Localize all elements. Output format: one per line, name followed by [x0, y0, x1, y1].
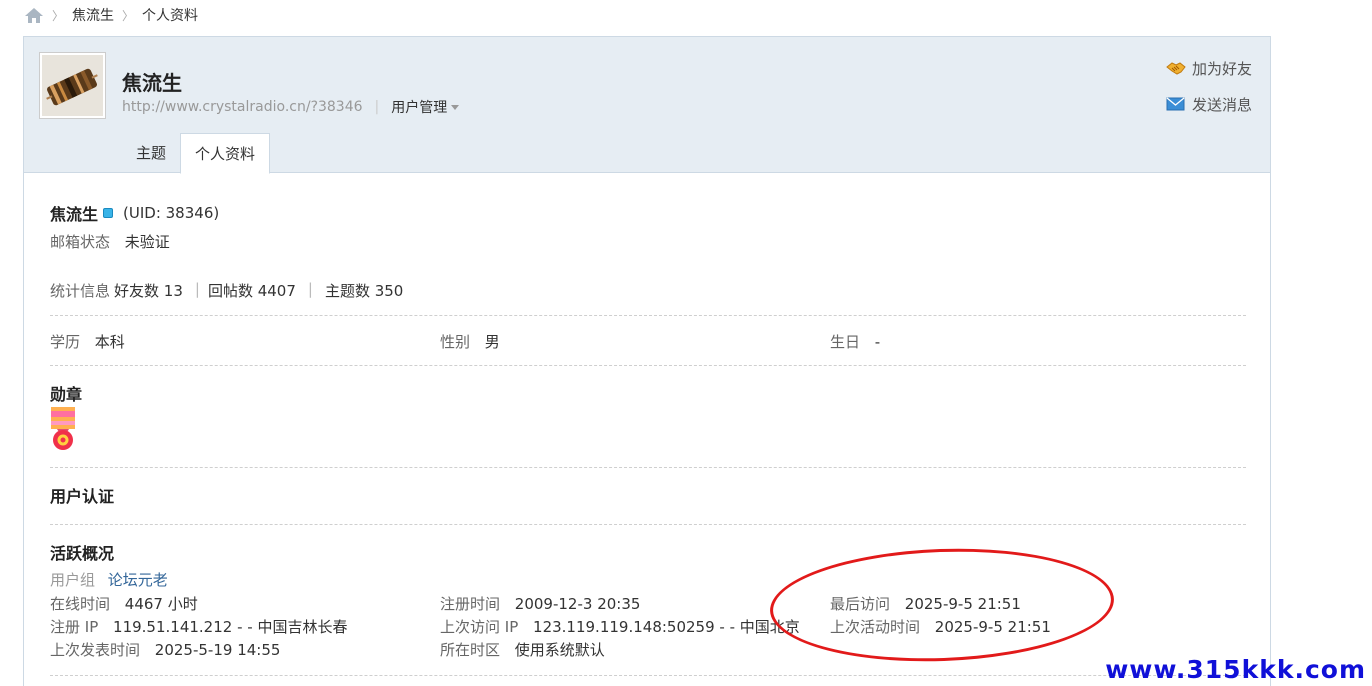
birthday-value: - [874, 333, 881, 351]
education-value: 本科 [94, 333, 125, 351]
reg-ip-label: 注册 IP [50, 618, 99, 636]
divider [50, 315, 1246, 316]
breadcrumb-current: 个人资料 [142, 8, 199, 24]
chevron-down-icon [451, 104, 460, 110]
breadcrumb-separator: 〉 [122, 8, 135, 23]
replies-count-link[interactable]: 回帖数 4407 [208, 280, 296, 301]
gender-value: 男 [484, 333, 500, 351]
usergroup-row: 用户组 论坛元老 [50, 569, 168, 590]
timezone-label: 所在时区 [440, 641, 501, 659]
usergroup-link[interactable]: 论坛元老 [108, 571, 168, 589]
email-status-row: 邮箱状态 未验证 [50, 231, 170, 252]
last-ip-label: 上次访问 IP [440, 618, 519, 636]
profile-actions: 加为好友 发送消息 [1166, 57, 1252, 129]
avatar[interactable] [39, 52, 106, 119]
tab-threads[interactable]: 主题 [122, 133, 180, 173]
education-label: 学历 [50, 333, 81, 351]
timezone-field: 所在时区 使用系统默认 [440, 639, 830, 660]
avatar-image [42, 55, 103, 116]
basic-info-row: 学历 本科 性别 男 生日 - [50, 331, 1220, 352]
reg-time-label: 注册时间 [440, 595, 501, 613]
last-post-field: 上次发表时间 2025-5-19 14:55 [50, 639, 440, 660]
profile-tabs: 主题 个人资料 [122, 133, 271, 174]
education-field: 学历 本科 [50, 331, 440, 352]
profile-url-line: http://www.crystalradio.cn/?38346 | 用户管理 [122, 97, 460, 117]
breadcrumb-user-link[interactable]: 焦流生 [72, 5, 114, 25]
divider [50, 524, 1246, 525]
friends-count-link[interactable]: 好友数 13 [114, 280, 183, 301]
activity-row-3: 上次发表时间 2025-5-19 14:55 所在时区 使用系统默认 [50, 639, 830, 660]
medal-icon[interactable] [50, 407, 76, 455]
usergroup-label: 用户组 [50, 571, 96, 589]
threads-count-link[interactable]: 主题数 350 [325, 280, 403, 301]
stats-row: 统计信息 好友数 13 | 回帖数 4407 | 主题数 350 [50, 280, 403, 301]
profile-url[interactable]: http://www.crystalradio.cn/?38346 [122, 99, 363, 115]
online-time-label: 在线时间 [50, 595, 111, 613]
identity-row: 焦流生 (UID: 38346) [50, 201, 219, 225]
activity-title: 活跃概况 [50, 544, 115, 563]
profile-username: 焦流生 [122, 71, 182, 95]
divider [50, 365, 1246, 366]
tab-profile[interactable]: 个人资料 [180, 133, 271, 174]
divider: | [374, 99, 380, 115]
online-time-value: 4467 小时 [124, 595, 198, 613]
send-message-label: 发送消息 [1191, 95, 1252, 114]
verification-title: 用户认证 [50, 487, 115, 506]
divider [50, 675, 1246, 676]
add-friend-label: 加为好友 [1191, 59, 1252, 78]
profile-header: 焦流生 http://www.crystalradio.cn/?38346 | … [24, 37, 1270, 174]
online-status-icon [103, 208, 114, 218]
divider: | [194, 280, 200, 298]
email-status-value: 未验证 [124, 233, 170, 251]
send-message-button[interactable]: 发送消息 [1166, 93, 1252, 115]
user-manage-dropdown[interactable]: 用户管理 [391, 97, 460, 117]
online-time-field: 在线时间 4467 小时 [50, 593, 440, 614]
watermark-text: www.315kkk.com [1105, 655, 1366, 684]
handshake-icon [1166, 62, 1186, 75]
add-friend-button[interactable]: 加为好友 [1166, 57, 1252, 79]
reg-ip-field: 注册 IP 119.51.141.212 - - 中国吉林长春 [50, 616, 440, 637]
breadcrumb: 〉 焦流生 〉 个人资料 [24, 4, 198, 26]
last-ip-value: 123.119.119.148:50259 - - 中国北京 [533, 618, 800, 636]
last-post-value: 2025-5-19 14:55 [154, 641, 281, 659]
reg-time-value: 2009-12-3 20:35 [514, 595, 641, 613]
timezone-value: 使用系统默认 [514, 641, 605, 659]
breadcrumb-separator: 〉 [52, 8, 65, 23]
reg-ip-value: 119.51.141.212 - - 中国吉林长春 [113, 618, 348, 636]
divider: | [307, 280, 313, 298]
medals-title: 勋章 [50, 385, 83, 404]
uid-text: (UID: 38346) [123, 204, 220, 222]
envelope-icon [1166, 97, 1185, 111]
user-manage-label: 用户管理 [391, 100, 448, 116]
home-icon[interactable] [24, 6, 44, 24]
birthday-label: 生日 [830, 333, 861, 351]
divider [50, 467, 1246, 468]
stats-label: 统计信息 [50, 282, 111, 300]
gender-field: 性别 男 [440, 331, 830, 352]
birthday-field: 生日 - [830, 331, 1220, 352]
email-status-label: 邮箱状态 [50, 233, 111, 251]
gender-label: 性别 [440, 333, 471, 351]
last-post-label: 上次发表时间 [50, 641, 141, 659]
info-username: 焦流生 [50, 205, 99, 224]
